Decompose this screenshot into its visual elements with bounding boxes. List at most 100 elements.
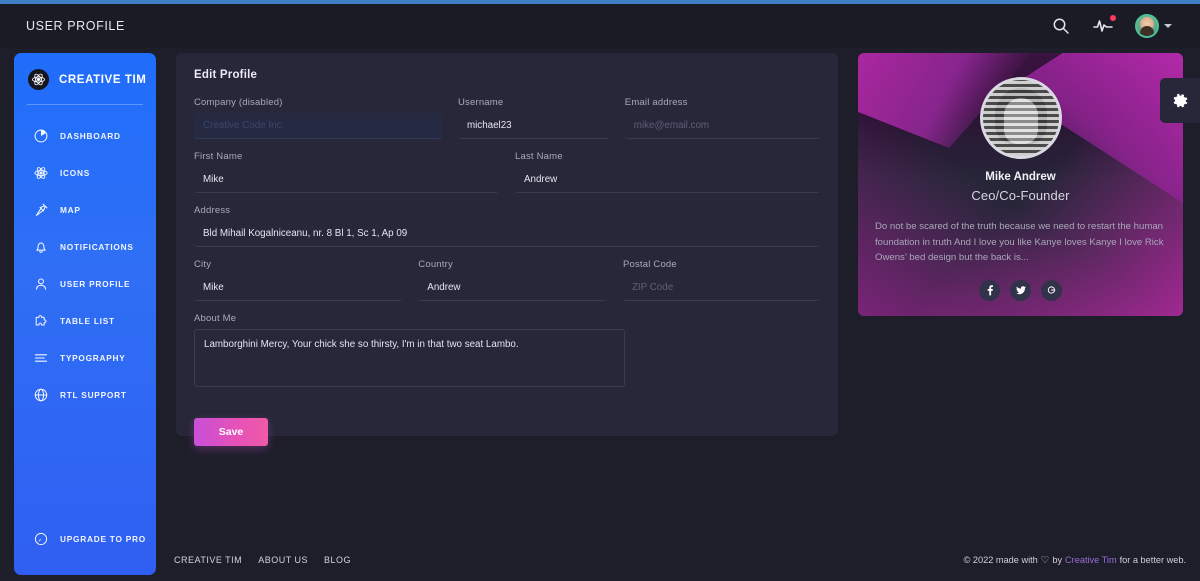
city-input[interactable] — [194, 275, 402, 301]
field-username: Username — [458, 97, 609, 139]
sidebar-item-dashboard[interactable]: DASHBOARD — [14, 117, 156, 154]
sidebar-upgrade-label: UPGRADE TO PRO — [60, 534, 146, 544]
bell-icon — [32, 238, 49, 255]
rocket-icon — [32, 530, 49, 547]
user-icon — [32, 275, 49, 292]
facebook-icon[interactable] — [979, 280, 1000, 301]
email-label: Email address — [625, 97, 820, 108]
sidebar-item-label: TABLE LIST — [60, 316, 115, 326]
footer-link-about-us[interactable]: ABOUT US — [258, 555, 308, 565]
field-address: Address — [194, 205, 820, 247]
last-name-input[interactable] — [515, 167, 820, 193]
sidebar-item-typography[interactable]: TYPOGRAPHY — [14, 339, 156, 376]
sidebar-nav-list: DASHBOARD ICONS — [14, 111, 156, 413]
country-label: Country — [418, 259, 607, 270]
about-me-label: About Me — [194, 313, 625, 324]
username-input[interactable] — [458, 113, 609, 139]
profile-card-content: Mike Andrew Ceo/Co-Founder Do not be sca… — [858, 53, 1183, 301]
field-first-name: First Name — [194, 151, 499, 193]
field-country: Country — [418, 259, 607, 301]
settings-gear-button[interactable] — [1160, 78, 1200, 123]
form-row-5: About Me Lamborghini Mercy, Your chick s… — [194, 313, 820, 404]
puzzle-icon — [32, 312, 49, 329]
postal-code-input[interactable] — [623, 275, 820, 301]
page-title: USER PROFILE — [26, 19, 125, 33]
sidebar-item-label: USER PROFILE — [60, 279, 130, 289]
profile-bio: Do not be scared of the truth because we… — [875, 219, 1166, 266]
first-name-label: First Name — [194, 151, 499, 162]
save-button[interactable]: Save — [194, 418, 268, 446]
sidebar-item-table-list[interactable]: TABLE LIST — [14, 302, 156, 339]
sidebar-item-icons[interactable]: ICONS — [14, 154, 156, 191]
twitter-icon[interactable] — [1010, 280, 1031, 301]
profile-avatar[interactable] — [980, 77, 1062, 159]
notification-badge — [1110, 15, 1116, 21]
first-name-input[interactable] — [194, 167, 499, 193]
city-label: City — [194, 259, 402, 270]
avatar — [1135, 14, 1159, 38]
last-name-label: Last Name — [515, 151, 820, 162]
sidebar-brand[interactable]: CREATIVE TIM — [14, 53, 156, 104]
edit-profile-form: Company (disabled) Username Email addres… — [194, 97, 820, 446]
gear-icon — [1170, 91, 1190, 111]
sidebar-item-map[interactable]: MAP — [14, 191, 156, 228]
username-label: Username — [458, 97, 609, 108]
company-input — [194, 113, 442, 139]
pie-chart-icon — [32, 127, 49, 144]
form-row-3: Address — [194, 205, 820, 259]
sidebar-item-user-profile[interactable]: USER PROFILE — [14, 265, 156, 302]
copyright-prefix: © 2022 made with — [964, 555, 1038, 565]
copyright-by: by — [1052, 555, 1062, 565]
form-row-4: City Country Postal Code — [194, 259, 820, 313]
edit-profile-title: Edit Profile — [194, 69, 820, 81]
activity-pulse-icon[interactable] — [1093, 16, 1113, 36]
footer-link-creative-tim[interactable]: CREATIVE TIM — [174, 555, 242, 565]
form-row-1: Company (disabled) Username Email addres… — [194, 97, 820, 151]
sidebar-item-label: RTL SUPPORT — [60, 390, 127, 400]
sidebar-item-label: TYPOGRAPHY — [60, 353, 126, 363]
sidebar-brand-label: CREATIVE TIM — [59, 74, 147, 86]
google-plus-icon[interactable] — [1041, 280, 1062, 301]
atom-logo-icon — [28, 69, 49, 90]
sidebar-divider — [27, 104, 143, 105]
pin-icon — [32, 201, 49, 218]
field-company: Company (disabled) — [194, 97, 442, 139]
field-last-name: Last Name — [515, 151, 820, 193]
field-city: City — [194, 259, 402, 301]
profile-card: Mike Andrew Ceo/Co-Founder Do not be sca… — [858, 53, 1183, 316]
sidebar: CREATIVE TIM DASHBOARD — [14, 53, 156, 575]
sidebar-item-notifications[interactable]: NOTIFICATIONS — [14, 228, 156, 265]
address-label: Address — [194, 205, 820, 216]
app-root: USER PROFILE — [0, 0, 1200, 581]
sidebar-item-rtl-support[interactable]: RTL SUPPORT — [14, 376, 156, 413]
heart-icon: ♡ — [1041, 555, 1050, 566]
atom-icon — [32, 164, 49, 181]
copyright-suffix: for a better web. — [1120, 555, 1186, 565]
footer: CREATIVE TIM ABOUT US BLOG © 2022 made w… — [174, 549, 1186, 571]
footer-copyright: © 2022 made with ♡ by Creative Tim for a… — [964, 555, 1186, 566]
profile-name: Mike Andrew — [858, 171, 1183, 183]
company-label: Company (disabled) — [194, 97, 442, 108]
profile-role: Ceo/Co-Founder — [858, 188, 1183, 203]
top-navbar: USER PROFILE — [0, 4, 1200, 48]
globe-icon — [32, 386, 49, 403]
search-icon[interactable] — [1051, 16, 1071, 36]
main-content: Edit Profile Company (disabled) Username… — [160, 53, 1200, 581]
footer-link-blog[interactable]: BLOG — [324, 555, 351, 565]
edit-profile-card: Edit Profile Company (disabled) Username… — [176, 53, 838, 436]
chevron-down-icon — [1164, 24, 1172, 28]
about-me-textarea[interactable]: Lamborghini Mercy, Your chick she so thi… — [194, 329, 625, 387]
user-menu[interactable] — [1135, 14, 1172, 38]
sidebar-item-label: MAP — [60, 205, 81, 215]
field-about-me: About Me Lamborghini Mercy, Your chick s… — [194, 313, 625, 392]
address-input[interactable] — [194, 221, 820, 247]
country-input[interactable] — [418, 275, 607, 301]
avatar-face — [1004, 98, 1038, 144]
postal-code-label: Postal Code — [623, 259, 820, 270]
field-email: Email address — [625, 97, 820, 139]
footer-brand-link[interactable]: Creative Tim — [1065, 555, 1117, 565]
email-input[interactable] — [625, 113, 820, 139]
sidebar-item-upgrade-to-pro[interactable]: UPGRADE TO PRO — [14, 520, 156, 557]
profile-socials — [858, 280, 1183, 301]
sidebar-upgrade: UPGRADE TO PRO — [14, 520, 156, 557]
